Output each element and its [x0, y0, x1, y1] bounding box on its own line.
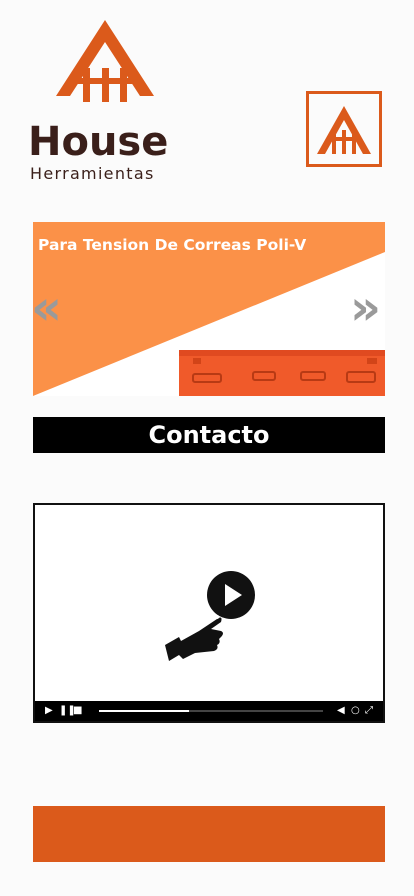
- volume-icon[interactable]: ◀: [337, 701, 345, 721]
- settings-icon[interactable]: ○: [351, 701, 360, 721]
- slider-prev-button[interactable]: «: [33, 284, 62, 332]
- video-progress[interactable]: [99, 710, 323, 712]
- house-roof-icon: [56, 20, 154, 102]
- page: House Herramientas Para Tension De Corre…: [0, 0, 414, 896]
- house-logo-icon: [317, 106, 371, 154]
- brand-logo[interactable]: House Herramientas: [24, 16, 194, 186]
- video-player[interactable]: ▶ ❚❚ ■ ◀ ○ ⤢: [33, 503, 385, 723]
- video-controls: ▶ ❚❚ ■ ◀ ○ ⤢: [35, 701, 383, 721]
- video-progress-fill: [99, 710, 189, 712]
- menu-button[interactable]: [306, 91, 382, 167]
- brand-name: House: [28, 119, 169, 165]
- slider-next-button[interactable]: »: [350, 284, 381, 332]
- fullscreen-icon[interactable]: ⤢: [365, 701, 373, 721]
- play-icon[interactable]: ▶: [45, 701, 53, 721]
- slide-title: Para Tension De Correas Poli-V: [38, 236, 307, 254]
- tap-to-play-icon[interactable]: [159, 567, 259, 667]
- product-slider[interactable]: Para Tension De Correas Poli-V « »: [33, 222, 385, 396]
- stop-icon[interactable]: ■: [73, 701, 82, 721]
- footer-orange-bar[interactable]: [33, 806, 385, 862]
- contact-button[interactable]: Contacto: [33, 417, 385, 453]
- brand-subtitle: Herramientas: [30, 164, 155, 183]
